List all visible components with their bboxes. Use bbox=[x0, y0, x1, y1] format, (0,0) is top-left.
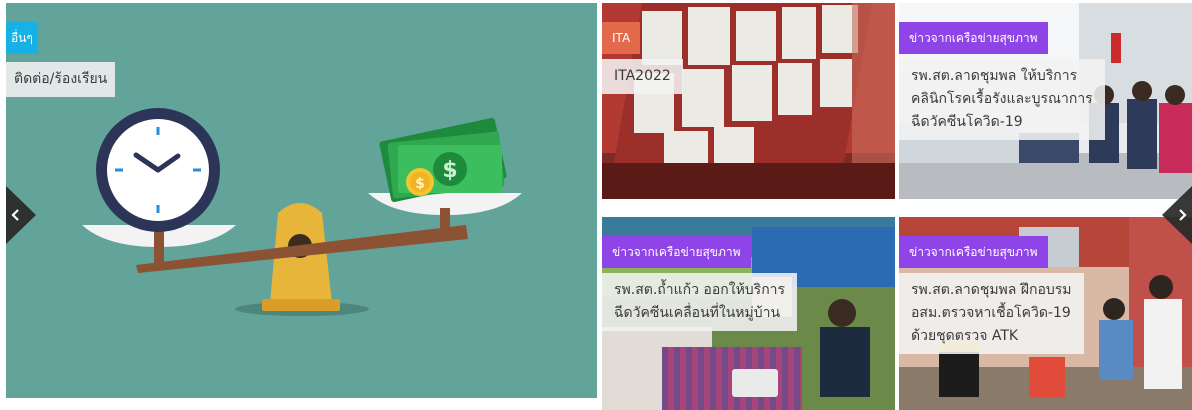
caption-line: ฉีดวัคซีนเคลื่อนที่ในหมู่บ้าน bbox=[614, 305, 781, 321]
caption-line: อสม.ตรวจหาเชื้อโควิด-19 bbox=[911, 305, 1071, 321]
featured-news-card[interactable]: $ $ อื่นๆ ติดต่อ/ร้องเรียน bbox=[6, 3, 597, 398]
news-caption[interactable]: รพ.สต.ลาดชุมพล ให้บริการ คลินิกโรคเรื้อร… bbox=[899, 59, 1105, 140]
news-slider: $ $ อื่นๆ ติดต่อ/ร้องเรียน ITA ITA2022 ข… bbox=[0, 0, 1192, 410]
bulletin-board-photo bbox=[602, 3, 895, 199]
news-card-mobile-vaccination[interactable]: ข่าวจากเครือข่ายสุขภาพ รพ.สต.ถ้ำแก้ว ออก… bbox=[602, 217, 895, 410]
category-tag[interactable]: ข่าวจากเครือข่ายสุขภาพ bbox=[899, 22, 1048, 54]
news-card-ita[interactable]: ITA ITA2022 bbox=[602, 3, 895, 199]
category-tag[interactable]: ข่าวจากเครือข่ายสุขภาพ bbox=[602, 236, 751, 268]
caption-line: ITA2022 bbox=[614, 68, 671, 84]
news-card-atk-training[interactable]: ข่าวจากเครือข่ายสุขภาพ รพ.สต.ลาดชุมพล ฝึ… bbox=[899, 217, 1192, 410]
news-card-clinic[interactable]: ข่าวจากเครือข่ายสุขภาพ รพ.สต.ลาดชุมพล ให… bbox=[899, 3, 1192, 199]
caption-line: ติดต่อ/ร้องเรียน bbox=[14, 71, 108, 87]
caption-line: รพ.สต.ถ้ำแก้ว ออกให้บริการ bbox=[614, 282, 786, 298]
chevron-right-icon bbox=[1179, 209, 1187, 221]
caption-line: รพ.สต.ลาดชุมพล ฝึกอบรม bbox=[911, 282, 1072, 298]
svg-text:$: $ bbox=[442, 158, 457, 183]
chevron-left-icon bbox=[11, 209, 19, 221]
category-tag[interactable]: ข่าวจากเครือข่ายสุขภาพ bbox=[899, 236, 1048, 268]
caption-line: ด้วยชุดตรวจ ATK bbox=[911, 328, 1019, 344]
svg-text:$: $ bbox=[415, 176, 425, 192]
news-caption[interactable]: รพ.สต.ลาดชุมพล ฝึกอบรม อสม.ตรวจหาเชื้อโค… bbox=[899, 273, 1084, 354]
category-tag[interactable]: อื่นๆ bbox=[6, 22, 38, 54]
news-caption[interactable]: ITA2022 bbox=[602, 59, 683, 94]
caption-line: ฉีดวัคซีนโควิด-19 bbox=[911, 114, 1023, 130]
news-caption[interactable]: รพ.สต.ถ้ำแก้ว ออกให้บริการ ฉีดวัคซีนเคลื… bbox=[602, 273, 798, 331]
news-caption[interactable]: ติดต่อ/ร้องเรียน bbox=[6, 62, 116, 97]
category-tag[interactable]: ITA bbox=[602, 22, 641, 54]
caption-line: คลินิกโรคเรื้อรังและบูรณาการ bbox=[911, 91, 1093, 107]
caption-line: รพ.สต.ลาดชุมพล ให้บริการ bbox=[911, 68, 1078, 84]
